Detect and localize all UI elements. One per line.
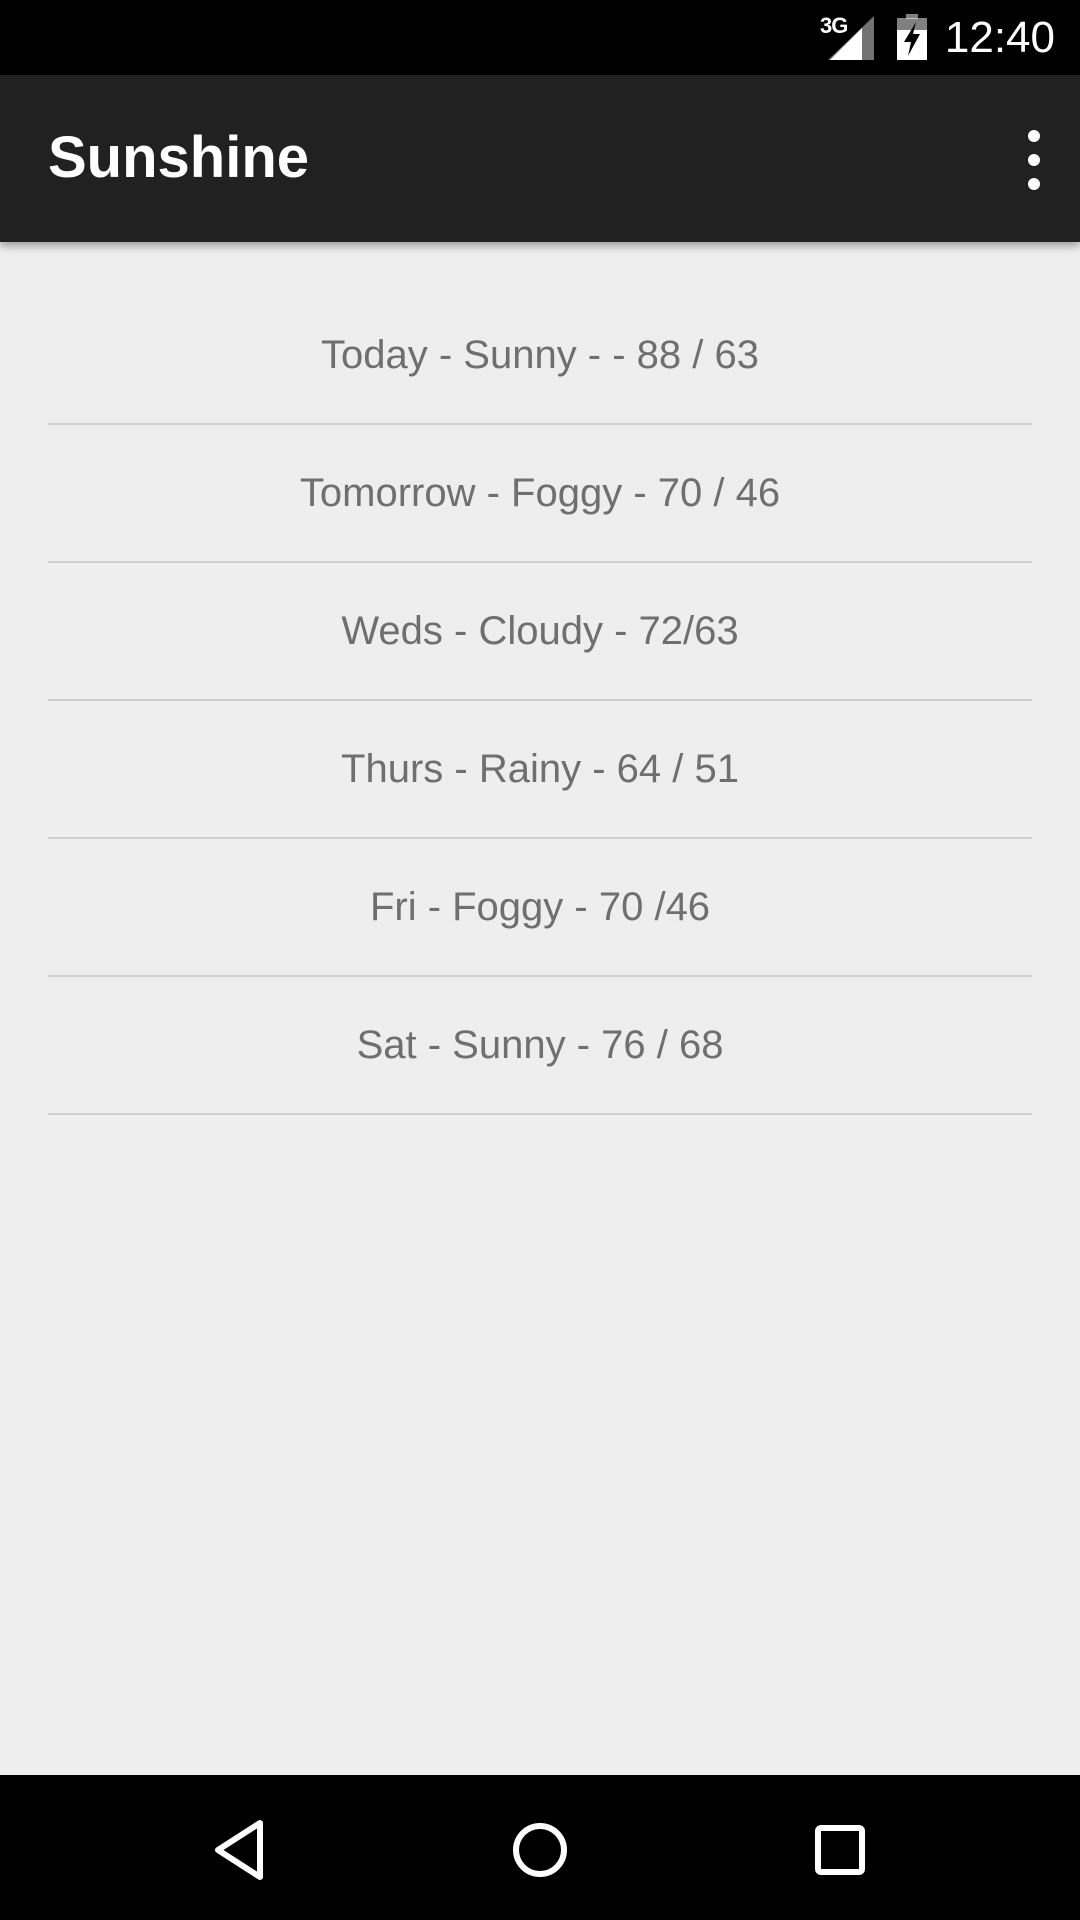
list-item[interactable]: Thurs - Rainy - 64 / 51 — [48, 701, 1032, 839]
list-item[interactable]: Sat - Sunny - 76 / 68 — [48, 977, 1032, 1115]
forecast-list: Today - Sunny - - 88 / 63 Tomorrow - Fog… — [48, 242, 1032, 1115]
app-title: Sunshine — [48, 125, 310, 190]
back-icon[interactable] — [205, 1815, 275, 1885]
navigation-bar — [0, 1775, 1080, 1920]
recent-apps-icon[interactable] — [805, 1815, 875, 1885]
list-item[interactable]: Tomorrow - Foggy - 70 / 46 — [48, 425, 1032, 563]
signal-icon — [828, 16, 874, 60]
app-bar: Sunshine — [0, 75, 1080, 242]
list-item[interactable]: Weds - Cloudy - 72/63 — [48, 563, 1032, 701]
battery-charging-icon — [897, 14, 927, 60]
home-icon[interactable] — [505, 1815, 575, 1885]
clock: 12:40 — [944, 13, 1055, 62]
more-vert-icon[interactable] — [1004, 125, 1064, 195]
list-item[interactable]: Today - Sunny - - 88 / 63 — [48, 242, 1032, 425]
list-item[interactable]: Fri - Foggy - 70 /46 — [48, 839, 1032, 977]
status-bar: 3G 12:40 — [0, 0, 1080, 75]
